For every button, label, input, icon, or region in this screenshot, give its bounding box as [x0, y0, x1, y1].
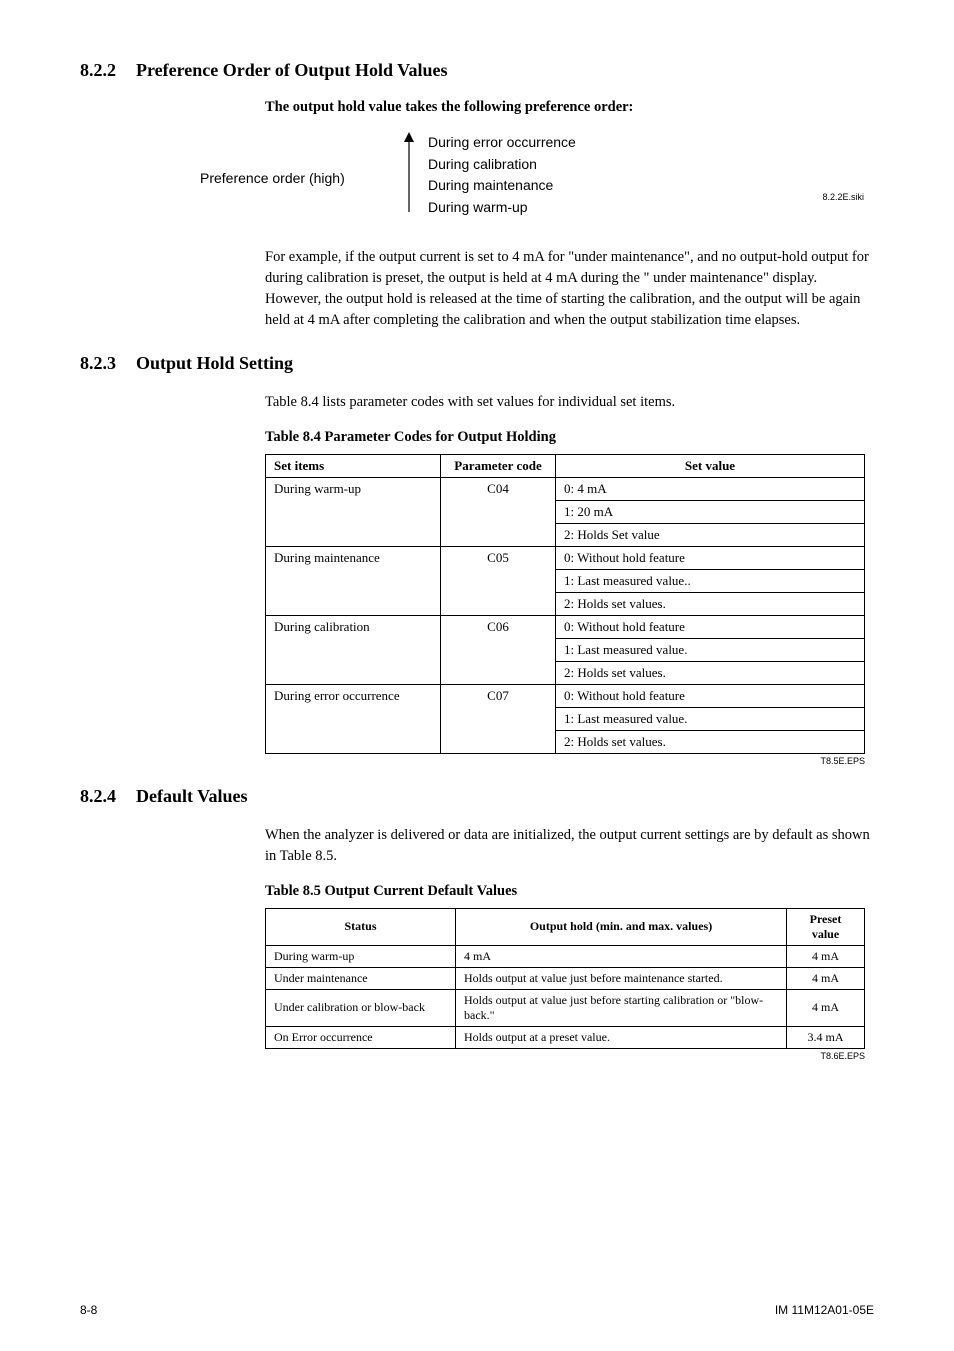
cell: Under calibration or blow-back — [266, 989, 456, 1026]
section-title: Default Values — [136, 786, 248, 807]
table-row: During calibration C06 0: Without hold f… — [266, 615, 865, 638]
table-row: During warm-up C04 0: 4 mA — [266, 477, 865, 500]
table-caption-84: Table 8.4 Parameter Codes for Output Hol… — [265, 429, 874, 446]
page-number: 8-8 — [80, 1303, 97, 1317]
col-header: Set value — [556, 454, 865, 477]
subheading-822: The output hold value takes the followin… — [265, 99, 874, 116]
cell: C04 — [441, 477, 556, 546]
page-footer: 8-8 IM 11M12A01-05E — [80, 1303, 874, 1317]
preference-order-block: Preference order (high) During error occ… — [200, 132, 874, 219]
intro-824: When the analyzer is delivered or data a… — [265, 825, 874, 867]
cell: 0: Without hold feature — [556, 615, 865, 638]
col-header: Set items — [266, 454, 441, 477]
pref-item: During maintenance — [428, 175, 576, 197]
section-title: Preference Order of Output Hold Values — [136, 60, 447, 81]
cell: Holds output at value just before mainte… — [456, 967, 787, 989]
section-heading-823: 8.2.3 Output Hold Setting — [80, 353, 874, 374]
table-row: During error occurrence C07 0: Without h… — [266, 684, 865, 707]
cell: C07 — [441, 684, 556, 753]
cell: 4 mA — [787, 989, 865, 1026]
table-85: Status Output hold (min. and max. values… — [265, 908, 865, 1049]
table-row: During maintenance C05 0: Without hold f… — [266, 546, 865, 569]
eps-label: T8.6E.EPS — [265, 1051, 865, 1061]
section-title: Output Hold Setting — [136, 353, 293, 374]
cell: During maintenance — [266, 546, 441, 615]
cell: 0: Without hold feature — [556, 684, 865, 707]
paragraph-822: For example, if the output current is se… — [265, 247, 874, 331]
table-row: During warm-up 4 mA 4 mA — [266, 945, 865, 967]
preference-items: During error occurrence During calibrati… — [420, 132, 576, 219]
cell: 3.4 mA — [787, 1026, 865, 1048]
cell: 4 mA — [787, 967, 865, 989]
table-row: Status Output hold (min. and max. values… — [266, 908, 865, 945]
cell: 1: Last measured value.. — [556, 569, 865, 592]
section-heading-822: 8.2.2 Preference Order of Output Hold Va… — [80, 60, 874, 81]
section-heading-824: 8.2.4 Default Values — [80, 786, 874, 807]
cell: 1: Last measured value. — [556, 638, 865, 661]
cell: 2: Holds set values. — [556, 730, 865, 753]
cell: During warm-up — [266, 945, 456, 967]
cell: 2: Holds Set value — [556, 523, 865, 546]
section-num: 8.2.4 — [80, 786, 116, 807]
cell: 4 mA — [456, 945, 787, 967]
table-caption-85: Table 8.5 Output Current Default Values — [265, 883, 874, 900]
cell: Holds output at a preset value. — [456, 1026, 787, 1048]
cell: Under maintenance — [266, 967, 456, 989]
cell: 1: 20 mA — [556, 500, 865, 523]
table-row: Under maintenance Holds output at value … — [266, 967, 865, 989]
table-row: On Error occurrence Holds output at a pr… — [266, 1026, 865, 1048]
cell: 2: Holds set values. — [556, 592, 865, 615]
pref-item: During error occurrence — [428, 132, 576, 154]
cell: 0: 4 mA — [556, 477, 865, 500]
cell: During error occurrence — [266, 684, 441, 753]
siki-label: 8.2.2E.siki — [822, 192, 864, 202]
pref-item: During calibration — [428, 154, 576, 176]
cell: 0: Without hold feature — [556, 546, 865, 569]
eps-label: T8.5E.EPS — [265, 756, 865, 766]
cell: During warm-up — [266, 477, 441, 546]
preference-label: Preference order (high) — [200, 132, 400, 186]
section-num: 8.2.2 — [80, 60, 116, 81]
table-row: Set items Parameter code Set value — [266, 454, 865, 477]
cell: During calibration — [266, 615, 441, 684]
cell: Holds output at value just before starti… — [456, 989, 787, 1026]
table-row: Under calibration or blow-back Holds out… — [266, 989, 865, 1026]
section-num: 8.2.3 — [80, 353, 116, 374]
intro-823: Table 8.4 lists parameter codes with set… — [265, 392, 874, 413]
col-header: Status — [266, 908, 456, 945]
cell: 2: Holds set values. — [556, 661, 865, 684]
cell: 4 mA — [787, 945, 865, 967]
cell: On Error occurrence — [266, 1026, 456, 1048]
pref-item: During warm-up — [428, 197, 576, 219]
cell: C05 — [441, 546, 556, 615]
col-header: Preset value — [787, 908, 865, 945]
cell: 1: Last measured value. — [556, 707, 865, 730]
table-84: Set items Parameter code Set value Durin… — [265, 454, 865, 754]
cell: C06 — [441, 615, 556, 684]
col-header: Parameter code — [441, 454, 556, 477]
col-header: Output hold (min. and max. values) — [456, 908, 787, 945]
doc-id: IM 11M12A01-05E — [775, 1303, 874, 1317]
